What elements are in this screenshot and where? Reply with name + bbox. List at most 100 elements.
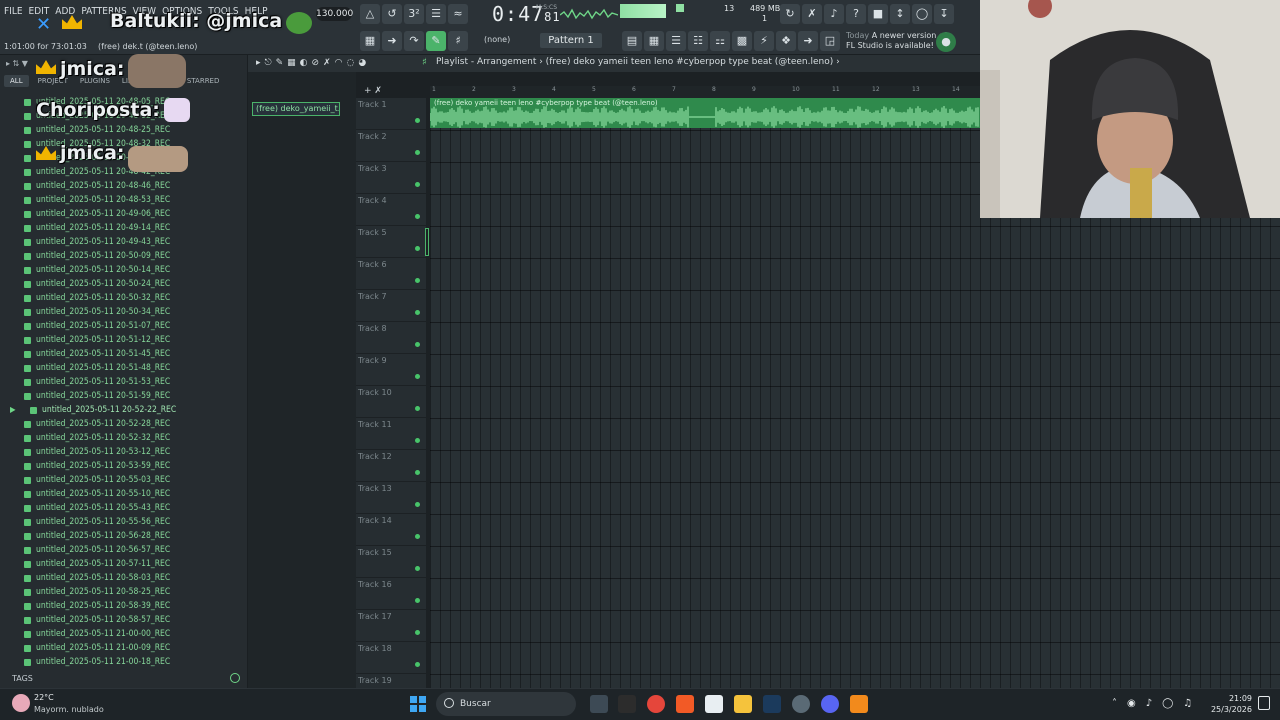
help-icon[interactable]: ? (846, 4, 866, 24)
browser-file[interactable]: untitled_2025-05-11 20-48-42_REC (0, 165, 248, 179)
plug-icon[interactable]: ⚡ (754, 31, 774, 51)
globe-icon[interactable]: ● (936, 32, 956, 52)
track-mute-led[interactable] (415, 502, 420, 507)
browser-tab-all[interactable]: ALL (4, 75, 29, 87)
track-mute-led[interactable] (415, 342, 420, 347)
track-mute-led[interactable] (415, 214, 420, 219)
browser-file[interactable]: untitled_2025-05-11 20-48-46_REC (0, 179, 248, 193)
refresh-icon[interactable]: ↻ (780, 4, 800, 24)
redo-icon[interactable]: ↷ (404, 31, 424, 51)
track-mute-led[interactable] (415, 630, 420, 635)
browser-file[interactable]: untitled_2025-05-11 20-49-14_REC (0, 221, 248, 235)
track-header[interactable]: Track 16 (356, 578, 426, 610)
clock-date[interactable]: 25/3/2026 (1200, 705, 1252, 714)
browser-file[interactable]: untitled_2025-05-11 20-57-11_REC (0, 557, 248, 571)
brave-icon[interactable] (676, 695, 694, 713)
menu-item-file[interactable]: FILE (4, 6, 23, 17)
browser-file[interactable]: untitled_2025-05-11 20-50-32_REC (0, 291, 248, 305)
chrome-icon[interactable] (647, 695, 665, 713)
file-icon[interactable]: ▩ (732, 31, 752, 51)
track-header[interactable]: Track 8 (356, 322, 426, 354)
browser-file[interactable]: untitled_2025-05-11 20-53-12_REC (0, 445, 248, 459)
browser-file[interactable]: untitled_2025-05-11 20-56-28_REC (0, 529, 248, 543)
snap-select[interactable]: (none) (484, 35, 510, 44)
browser-file[interactable]: untitled_2025-05-11 20-52-28_REC (0, 417, 248, 431)
pin-icon[interactable]: ➜ (798, 31, 818, 51)
browser-file[interactable]: untitled_2025-05-11 20-58-39_REC (0, 599, 248, 613)
browser-file[interactable]: untitled_2025-05-11 20-51-59_REC (0, 389, 248, 403)
browser-icon[interactable]: ⚏ (710, 31, 730, 51)
store-icon[interactable] (705, 695, 723, 713)
browser-file[interactable]: untitled_2025-05-11 20-51-12_REC (0, 333, 248, 347)
update-notice[interactable]: Today A newer version of (846, 31, 947, 40)
track-mute-led[interactable] (415, 598, 420, 603)
chat-icon[interactable]: ◯ (912, 4, 932, 24)
track-header[interactable]: Track 3 (356, 162, 426, 194)
overdub-icon[interactable]: ≈ (448, 4, 468, 24)
weather-temp[interactable]: 22°C (34, 693, 54, 702)
track-mute-led[interactable] (415, 278, 420, 283)
browser-folder[interactable]: ▶ untitled_2025-05-11 20-52-22_REC (0, 403, 248, 417)
notification-icon[interactable] (1258, 696, 1270, 710)
track-mute-led[interactable] (415, 566, 420, 571)
browser-file[interactable]: untitled_2025-05-11 20-51-48_REC (0, 361, 248, 375)
track-header[interactable]: Track 6 (356, 258, 426, 290)
browser-file[interactable]: untitled_2025-05-11 20-56-57_REC (0, 543, 248, 557)
loop-record-icon[interactable]: ↺ (382, 4, 402, 24)
track-header[interactable]: Track 2 (356, 130, 426, 162)
track-mute-led[interactable] (415, 150, 420, 155)
track-mute-led[interactable] (415, 374, 420, 379)
tools-icon[interactable]: ❖ (776, 31, 796, 51)
track-mute-led[interactable] (415, 182, 420, 187)
track-header[interactable]: Track 5 (356, 226, 426, 258)
track-header[interactable]: Track 14 (356, 514, 426, 546)
browser-file[interactable]: untitled_2025-05-11 20-55-03_REC (0, 473, 248, 487)
track-header[interactable]: Track 1 (356, 98, 426, 130)
metronome-icon[interactable]: △ (360, 4, 380, 24)
track-mute-led[interactable] (415, 662, 420, 667)
browser-file[interactable]: untitled_2025-05-11 20-55-43_REC (0, 501, 248, 515)
browser-file[interactable]: untitled_2025-05-11 20-55-10_REC (0, 487, 248, 501)
piano-icon[interactable]: ☰ (426, 4, 446, 24)
browser-file[interactable]: untitled_2025-05-11 20-52-32_REC (0, 431, 248, 445)
browser-file[interactable]: untitled_2025-05-11 20-48-53_REC (0, 193, 248, 207)
track-mute-led[interactable] (415, 406, 420, 411)
taskview-icon[interactable] (590, 695, 608, 713)
track-header[interactable]: Track 7 (356, 290, 426, 322)
browser-file[interactable]: untitled_2025-05-11 20-51-53_REC (0, 375, 248, 389)
browser-file[interactable]: untitled_2025-05-11 20-51-45_REC (0, 347, 248, 361)
track-header[interactable]: Track 13 (356, 482, 426, 514)
cart-icon[interactable]: ◲ (820, 31, 840, 51)
track-header[interactable]: Track 17 (356, 610, 426, 642)
download-icon[interactable]: ↧ (934, 4, 954, 24)
weather-icon[interactable] (12, 694, 30, 712)
pattern-clip-item[interactable]: (free) deko_yameii_t... (252, 102, 340, 116)
mixer-icon[interactable]: ▤ (622, 31, 642, 51)
track-header[interactable]: Track 15 (356, 546, 426, 578)
browser-file[interactable]: untitled_2025-05-11 20-58-57_REC (0, 613, 248, 627)
search-icon[interactable] (230, 673, 240, 683)
tray-icons[interactable]: ˄◉♪◯♫ (1112, 698, 1202, 709)
browser-file[interactable]: untitled_2025-05-11 20-50-24_REC (0, 277, 248, 291)
track-mute-led[interactable] (415, 118, 420, 123)
menu-item-add[interactable]: ADD (55, 6, 75, 17)
browser-file[interactable]: untitled_2025-05-11 20-50-14_REC (0, 263, 248, 277)
steam-icon[interactable] (763, 695, 781, 713)
arrow-icon[interactable]: ➜ (382, 31, 402, 51)
fl-studio-icon[interactable] (850, 695, 868, 713)
browser-file[interactable]: untitled_2025-05-11 20-49-06_REC (0, 207, 248, 221)
browser-file[interactable]: untitled_2025-05-11 20-48-25_REC (0, 123, 248, 137)
track-mute-led[interactable] (415, 310, 420, 315)
save-icon[interactable]: ■ (868, 4, 888, 24)
epic-games-icon[interactable] (618, 695, 636, 713)
tempo-display[interactable]: 130.000 (316, 7, 353, 21)
draw-icon[interactable]: ✎ (426, 31, 446, 51)
browser-file[interactable]: untitled_2025-05-11 20-50-34_REC (0, 305, 248, 319)
taskbar-search[interactable] (436, 692, 576, 716)
browser-file[interactable]: untitled_2025-05-11 21-00-18_REC (0, 655, 248, 669)
timeline-ruler[interactable]: 1 2 3 4 5 6 7 8 9 10 11 12 13 14 (430, 86, 980, 98)
channel-rack-icon[interactable]: ▦ (644, 31, 664, 51)
browser-file[interactable]: untitled_2025-05-11 20-50-09_REC (0, 249, 248, 263)
eq-icon[interactable]: ☷ (688, 31, 708, 51)
track-mute-led[interactable] (415, 534, 420, 539)
